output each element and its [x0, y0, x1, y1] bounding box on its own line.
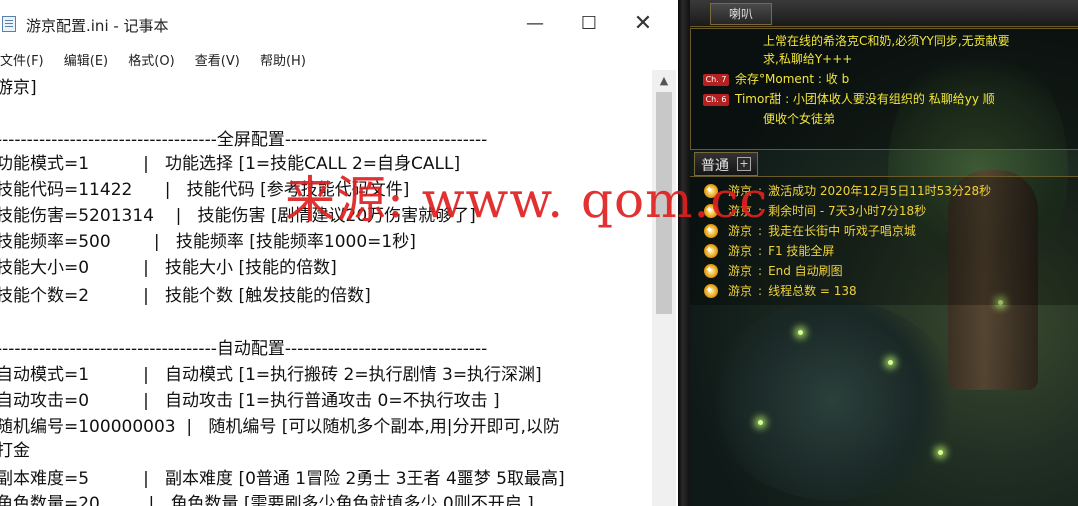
text-line: 技能个数=2 | 技能个数 [触发技能的倍数] — [0, 286, 371, 306]
text-line: 技能频率=500 | 技能频率 [技能频率1000=1秒] — [0, 232, 416, 252]
title-bar[interactable]: 游京配置.ini - 记事本 — ☐ ✕ — [0, 0, 678, 44]
watermark: 来源: www. qom.cc — [285, 171, 769, 229]
text-line: 随机编号=100000003 | 随机编号 [可以随机多个副本,用|分开即可,以… — [0, 417, 560, 437]
chat-message: Ch. 6 Timor甜 : 小团体收人要没有组织的 私聊给yy 顺 — [703, 91, 995, 107]
firefly-light — [888, 360, 893, 365]
vertical-scrollbar[interactable]: ▲ — [652, 70, 676, 506]
window-edge — [678, 0, 690, 506]
chat-message: Ch. 7 余存°Moment : 收 b — [703, 71, 849, 87]
menu-view[interactable]: 查看(V) — [195, 50, 240, 69]
channel-badge: Ch. 7 — [703, 73, 729, 86]
text-line: 自动模式=1 | 自动模式 [1=执行搬砖 2=执行剧情 3=执行深渊] — [0, 365, 542, 385]
chat-message: 便收个女徒弟 — [763, 112, 836, 126]
system-message: 游京:F1 技能全屏 — [704, 241, 834, 261]
star-icon — [704, 261, 718, 281]
channel-badge: Ch. 6 — [703, 93, 729, 106]
text-line: 自动攻击=0 | 自动攻击 [1=执行普通攻击 0=不执行攻击 ] — [0, 391, 500, 411]
system-message: 游京:线程总数 = 138 — [704, 281, 857, 301]
chat-message: 求,私聊给Y+++ — [763, 52, 853, 66]
star-icon — [704, 281, 718, 301]
text-editor[interactable]: 游京] ------------------------------------… — [0, 72, 646, 506]
firefly-light — [938, 450, 943, 455]
tab-megaphone[interactable]: 喇叭 — [710, 3, 772, 25]
scroll-up-icon[interactable]: ▲ — [652, 72, 676, 90]
chat-header: 喇叭 — [690, 0, 1078, 27]
text-line: 副本难度=5 | 副本难度 [0普通 1冒险 2勇士 3王者 4噩梦 5取最高] — [0, 469, 565, 489]
notepad-icon — [2, 16, 16, 32]
menu-bar: 文件(F) 编辑(E) 格式(O) 查看(V) 帮助(H) — [0, 50, 322, 70]
menu-edit[interactable]: 编辑(E) — [64, 50, 108, 69]
megaphone-chat-panel: 上常在线的希洛克C和奶,必须YY同步,无贡献要 求,私聊给Y+++ Ch. 7余… — [690, 28, 1078, 150]
text-line: 技能大小=0 | 技能大小 [技能的倍数] — [0, 258, 337, 278]
minimize-button[interactable]: — — [512, 8, 558, 40]
text-line: 游京] — [0, 78, 37, 98]
menu-format[interactable]: 格式(O) — [128, 50, 174, 69]
game-window: 喇叭 上常在线的希洛克C和奶,必须YY同步,无贡献要 求,私聊给Y+++ Ch.… — [678, 0, 1078, 506]
firefly-light — [798, 330, 803, 335]
text-line: ------------------------------------自动配置… — [0, 339, 488, 359]
star-icon — [704, 241, 718, 261]
text-line: 角色数量=20 | 角色数量 [需要刷多少角色就填多少 0则不开启 ] — [0, 494, 534, 506]
text-line: 打金 — [0, 441, 30, 461]
menu-file[interactable]: 文件(F) — [0, 50, 44, 69]
maximize-button[interactable]: ☐ — [566, 8, 612, 40]
firefly-light — [758, 420, 763, 425]
notepad-window: 游京配置.ini - 记事本 — ☐ ✕ 文件(F) 编辑(E) 格式(O) 查… — [0, 0, 678, 506]
window-title: 游京配置.ini - 记事本 — [26, 17, 169, 35]
background-foliage — [708, 300, 958, 500]
system-message: 游京:End 自动刷图 — [704, 261, 843, 281]
chat-message: 上常在线的希洛克C和奶,必须YY同步,无贡献要 — [763, 34, 1010, 48]
menu-help[interactable]: 帮助(H) — [260, 50, 306, 69]
close-button[interactable]: ✕ — [620, 8, 666, 40]
text-line: ------------------------------------全屏配置… — [0, 130, 488, 150]
